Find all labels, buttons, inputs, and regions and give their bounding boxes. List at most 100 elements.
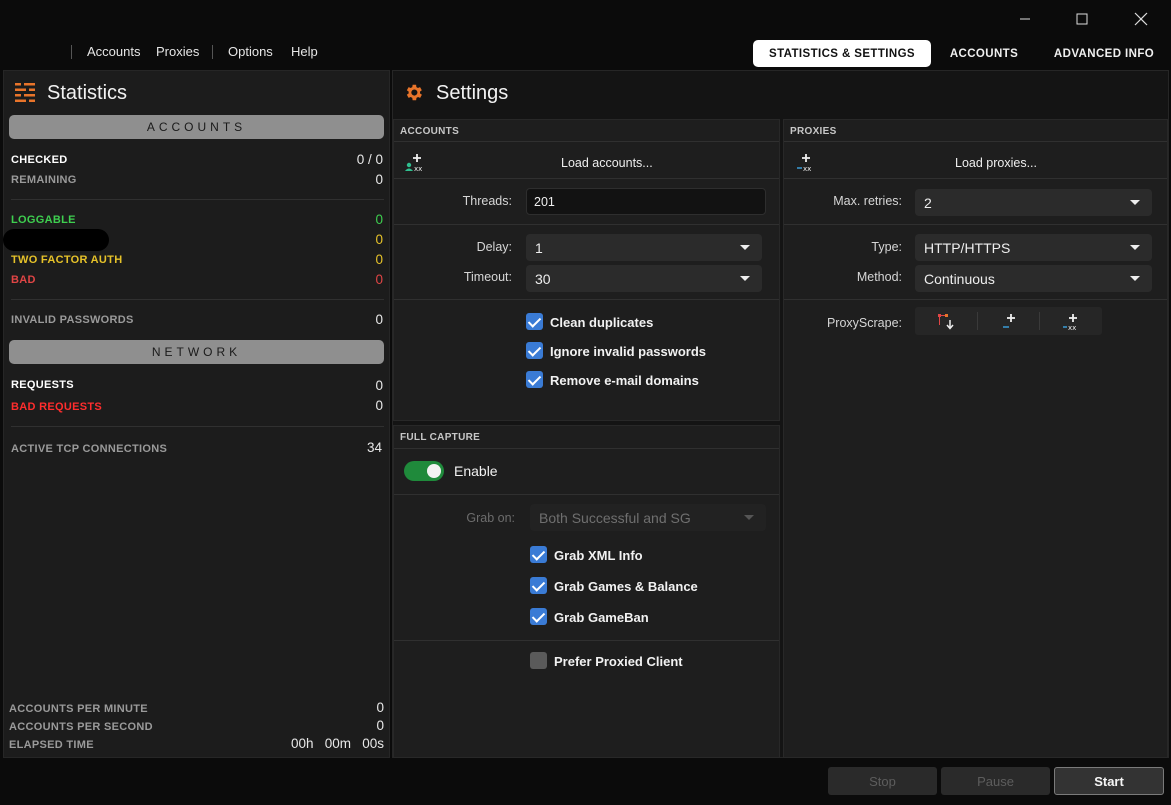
add-icon <box>1002 314 1015 328</box>
menu-separator <box>212 45 213 59</box>
tab-statistics-settings[interactable]: STATISTICS & SETTINGS <box>753 40 931 67</box>
tcp-connections-value: 34 <box>366 440 382 455</box>
divider <box>11 426 384 427</box>
delay-dropdown[interactable]: 1 <box>526 234 762 261</box>
divider <box>784 224 1167 225</box>
grab-games-checkbox[interactable] <box>530 577 547 594</box>
ignore-invalid-checkbox[interactable] <box>526 342 543 359</box>
maximize-button[interactable] <box>1062 6 1102 32</box>
invalid-passwords-value: 0 <box>375 312 383 327</box>
timeout-label: Timeout: <box>463 270 512 284</box>
load-proxies-button[interactable]: Load proxies... <box>955 156 1037 170</box>
aps-value: 0 <box>376 718 384 733</box>
bad-requests-value: 0 <box>375 398 383 413</box>
enable-label: Enable <box>454 463 498 479</box>
divider <box>784 141 1167 142</box>
add-proxies-icon[interactable]: xx <box>796 152 816 172</box>
settings-title: Settings <box>436 82 509 104</box>
svg-text:xx: xx <box>1068 324 1076 331</box>
chevron-down-icon <box>1130 245 1140 250</box>
chevron-down-icon <box>1130 200 1140 205</box>
full-capture-title: FULL CAPTURE <box>400 432 481 443</box>
divider <box>394 141 779 142</box>
toggle-knob <box>427 464 441 478</box>
statistics-title: Statistics <box>47 82 128 104</box>
divider <box>394 640 779 641</box>
delay-value: 1 <box>535 239 543 256</box>
maximize-icon <box>1076 13 1088 25</box>
proxyscrape-add-list-button[interactable]: xx <box>1040 307 1102 335</box>
title-bar <box>0 0 1171 38</box>
menu-options[interactable]: Options <box>228 44 273 59</box>
divider <box>11 199 384 200</box>
grab-xml-checkbox[interactable] <box>530 546 547 563</box>
bad-requests-label: BAD REQUESTS <box>11 401 102 413</box>
method-label: Method: <box>856 270 902 284</box>
grab-on-value: Both Successful and SG <box>539 509 691 526</box>
chevron-down-icon <box>1130 276 1140 281</box>
grab-on-dropdown[interactable]: Both Successful and SG <box>530 504 766 531</box>
start-button[interactable]: Start <box>1054 767 1164 795</box>
delay-label: Delay: <box>476 240 512 254</box>
method-dropdown[interactable]: Continuous <box>915 265 1152 292</box>
menu-proxies[interactable]: Proxies <box>156 44 199 59</box>
timeout-value: 30 <box>535 270 551 287</box>
gear-icon <box>406 84 422 101</box>
add-accounts-icon[interactable]: xx <box>404 152 424 172</box>
statistics-icon <box>15 83 35 102</box>
stop-button[interactable]: Stop <box>828 767 937 795</box>
type-value: HTTP/HTTPS <box>924 239 1011 256</box>
divider <box>394 299 779 300</box>
proxyscrape-download-button[interactable] <box>915 307 977 335</box>
pause-button[interactable]: Pause <box>941 767 1050 795</box>
timeout-dropdown[interactable]: 30 <box>526 265 762 292</box>
checked-label: CHECKED <box>11 154 68 166</box>
download-tree-icon <box>938 314 954 330</box>
grab-gameban-checkbox[interactable] <box>530 608 547 625</box>
clean-duplicates-checkbox[interactable] <box>526 313 543 330</box>
svg-text:xx: xx <box>414 165 422 172</box>
minimize-button[interactable] <box>1005 6 1045 32</box>
tab-advanced-info[interactable]: ADVANCED INFO <box>1045 40 1163 67</box>
accounts-settings-title: ACCOUNTS <box>400 126 460 137</box>
loggable-label: LOGGABLE <box>11 214 76 226</box>
close-button[interactable] <box>1121 6 1161 32</box>
enable-toggle[interactable] <box>404 461 444 481</box>
max-retries-value: 2 <box>924 194 932 211</box>
remaining-value: 0 <box>375 172 383 187</box>
apm-value: 0 <box>376 700 384 715</box>
divider <box>11 299 384 300</box>
divider <box>784 299 1167 300</box>
redacted-label <box>3 229 109 251</box>
load-accounts-button[interactable]: Load accounts... <box>561 156 653 170</box>
grab-on-label: Grab on: <box>466 511 515 525</box>
tcp-connections-label: ACTIVE TCP CONNECTIONS <box>11 443 168 455</box>
network-section-header: NETWORK <box>9 340 384 364</box>
grab-games-label: Grab Games & Balance <box>554 579 698 594</box>
chevron-down-icon <box>740 245 750 250</box>
clean-duplicates-label: Clean duplicates <box>550 315 654 330</box>
type-dropdown[interactable]: HTTP/HTTPS <box>915 234 1152 261</box>
minimize-icon <box>1020 18 1030 20</box>
add-list-icon: xx <box>1063 314 1077 331</box>
threads-label: Threads: <box>462 194 512 208</box>
remove-email-domains-checkbox[interactable] <box>526 371 543 388</box>
max-retries-dropdown[interactable]: 2 <box>915 189 1152 216</box>
tab-accounts[interactable]: ACCOUNTS <box>940 40 1028 67</box>
prefer-proxied-label: Prefer Proxied Client <box>554 654 683 669</box>
apm-label: ACCOUNTS PER MINUTE <box>9 703 148 715</box>
prefer-proxied-checkbox[interactable] <box>530 652 547 669</box>
two-factor-value: 0 <box>375 252 383 267</box>
proxies-settings-title: PROXIES <box>790 126 837 137</box>
elapsed-value: 00h 00m 00s <box>290 736 384 751</box>
threads-input[interactable]: 201 <box>526 188 766 215</box>
ignore-invalid-label: Ignore invalid passwords <box>550 344 707 359</box>
checked-value: 0 / 0 <box>356 152 383 167</box>
type-label: Type: <box>871 240 902 254</box>
menu-help[interactable]: Help <box>291 44 318 59</box>
aps-label: ACCOUNTS PER SECOND <box>9 721 153 733</box>
menu-accounts[interactable]: Accounts <box>87 44 140 59</box>
divider <box>394 224 779 225</box>
proxyscrape-add-button[interactable] <box>978 307 1039 335</box>
chevron-down-icon <box>744 515 754 520</box>
